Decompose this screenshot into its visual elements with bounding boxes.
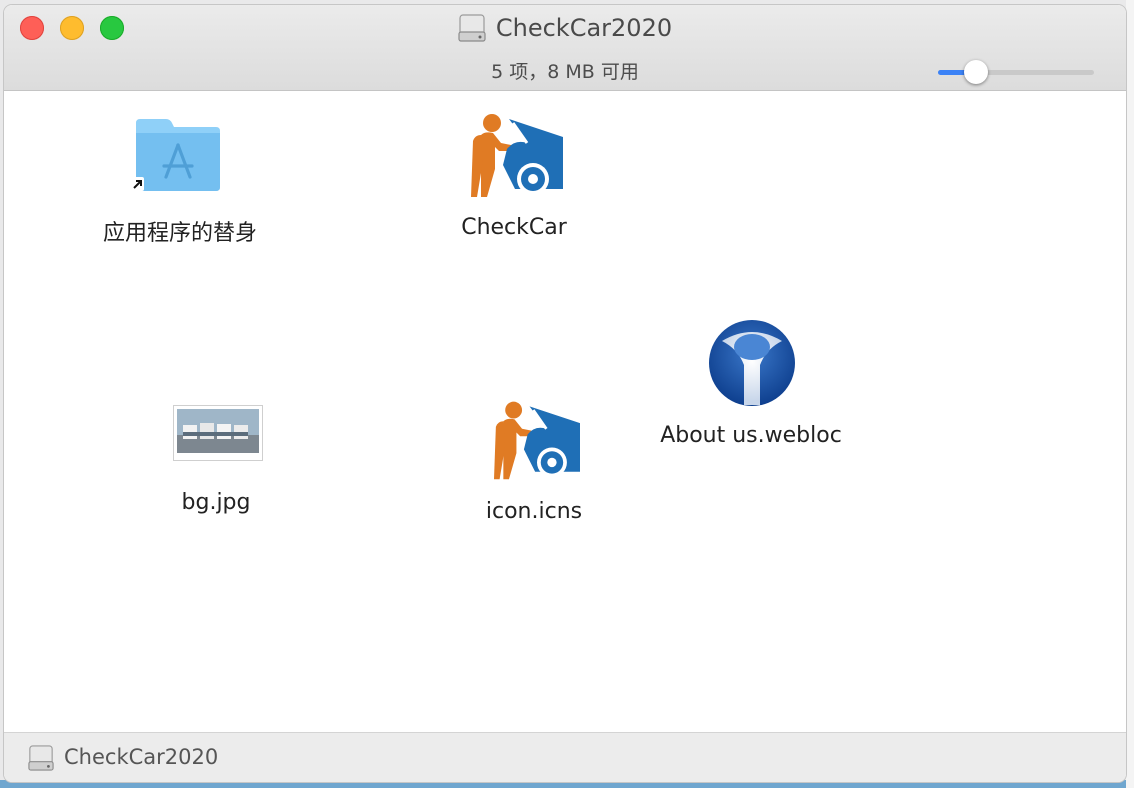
app-folder-alias-icon — [130, 115, 226, 199]
item-label: 应用程序的替身 — [102, 221, 258, 246]
item-label: icon.icns — [485, 499, 583, 524]
titlebar: CheckCar2020 5 项，8 MB 可用 — [4, 5, 1126, 91]
item-label: bg.jpg — [181, 490, 251, 515]
slider-knob[interactable] — [964, 60, 989, 84]
background-window-edge — [1126, 0, 1134, 788]
checkcar-app-icon — [467, 109, 567, 205]
path-bar-label[interactable]: CheckCar2020 — [64, 745, 218, 769]
window-title-group: CheckCar2020 — [4, 13, 1126, 43]
image-thumbnail-icon — [173, 405, 263, 465]
item-about-us-webloc[interactable]: About us.webloc — [4, 91, 842, 448]
item-label: About us.webloc — [660, 423, 842, 448]
window-title: CheckCar2020 — [495, 14, 673, 42]
icon-size-slider[interactable] — [938, 60, 1094, 86]
file-icon-grid: 应用程序的替身 CheckCar bg.jpg icon.icns About … — [4, 91, 1126, 732]
path-bar: CheckCar2020 — [4, 732, 1126, 782]
disk-image-icon — [28, 743, 54, 773]
item-label: CheckCar — [461, 215, 567, 240]
checkcar-icns-icon — [490, 397, 584, 487]
finder-window: CheckCar2020 5 项，8 MB 可用 应用程序的替身 CheckCa… — [4, 5, 1126, 782]
webloc-globe-icon — [708, 319, 796, 411]
disk-image-icon — [458, 13, 486, 43]
